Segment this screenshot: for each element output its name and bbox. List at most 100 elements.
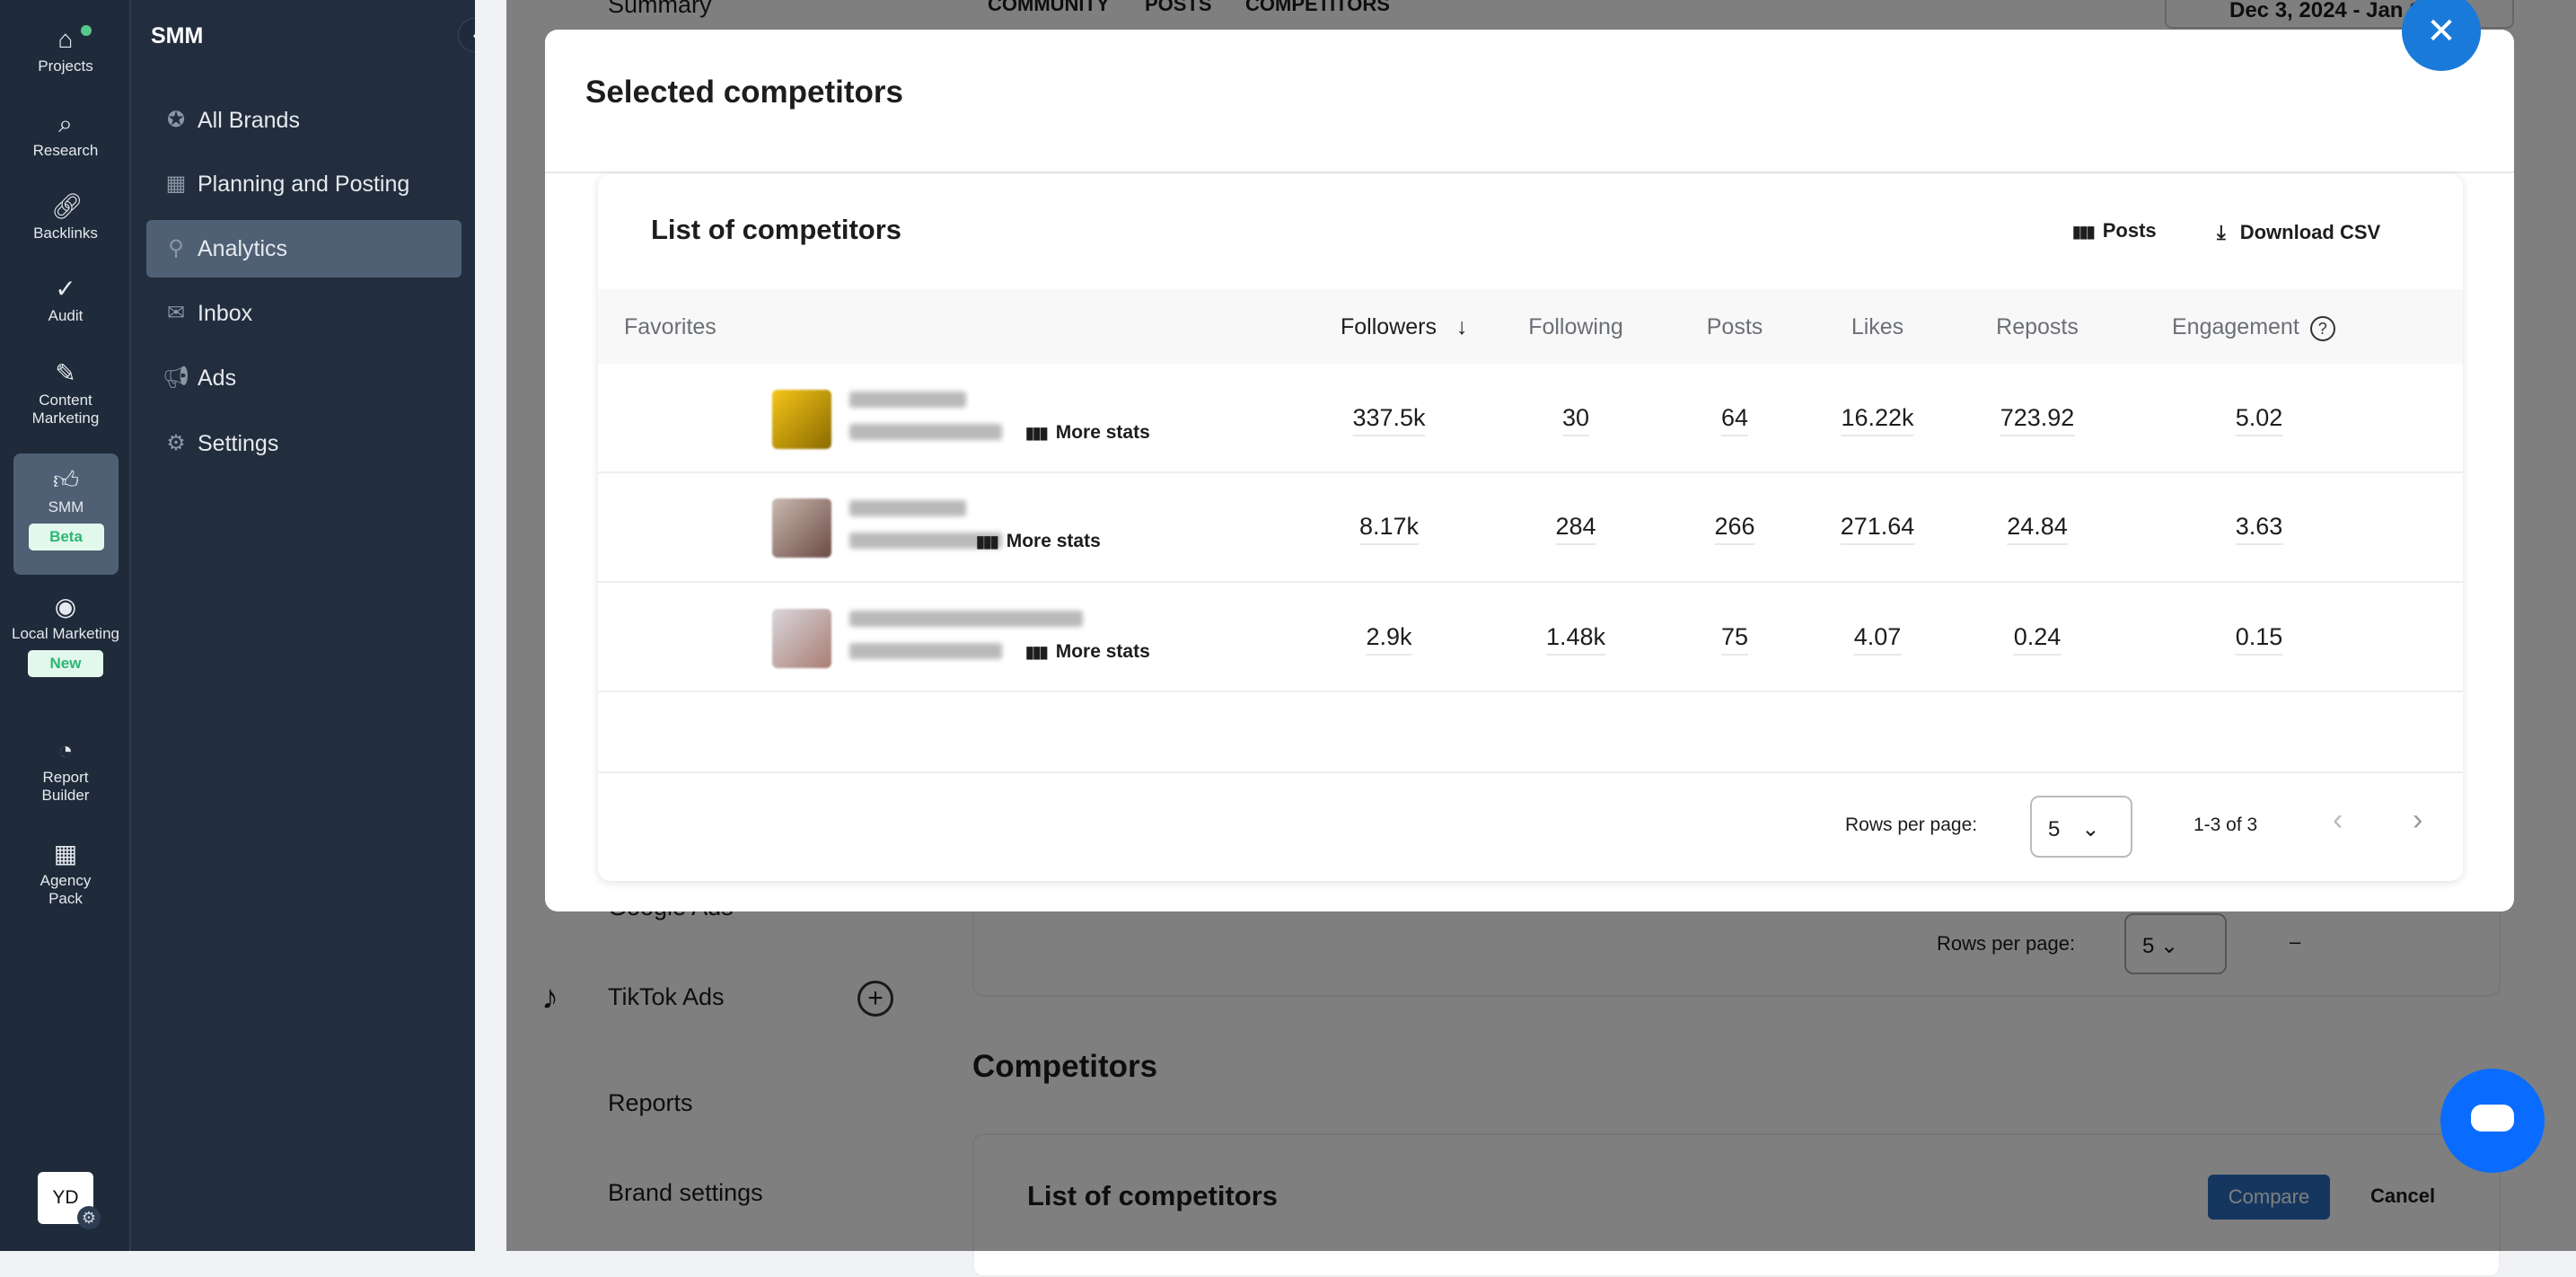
col-favorites: Favorites <box>624 314 717 339</box>
rail-item-smm[interactable]: 👍︎ SMM Beta <box>13 454 119 575</box>
rail-item-agency-pack[interactable]: ▦ Agency Pack <box>0 840 131 908</box>
rail-item-projects[interactable]: ⌂ Projects <box>0 25 131 75</box>
rows-per-page-select[interactable]: 5 ⌄ <box>2030 796 2132 858</box>
sort-desc-icon: ↓ <box>1455 314 1468 339</box>
col-posts[interactable]: Posts <box>1707 289 1763 365</box>
competitors-table-card: List of competitors ▮▮▮ Posts ⤓ Download C… <box>598 174 2463 881</box>
selected-competitors-modal: Selected competitors List of competitors… <box>545 30 2514 912</box>
bar-chart-icon: ▮▮▮ <box>1025 424 1049 442</box>
cell-followers: 2.9k <box>1366 623 1412 656</box>
rail-item-report-builder[interactable]: ◔ Report Builder <box>0 736 131 805</box>
cell-engagement: 0.15 <box>2235 623 2283 656</box>
divider <box>598 771 2463 773</box>
smm-sidebar: SMM ✪ All Brands ▦ Planning and Posting ⚲ A… <box>131 0 475 1251</box>
more-stats-link[interactable]: ▮▮▮ More stats <box>1025 641 1150 663</box>
pagination-range: 1-3 of 3 <box>2194 815 2258 835</box>
sidebar-item-all-brands[interactable]: ✪ All Brands <box>146 92 462 149</box>
posts-button[interactable]: ▮▮▮ Posts <box>2072 219 2157 242</box>
bar-chart-icon: ▮▮▮ <box>1025 643 1049 661</box>
download-csv-button[interactable]: ⤓ Download CSV <box>2217 221 2380 244</box>
check-circle-icon: ✓ <box>55 275 76 303</box>
gear-icon: ⚙ <box>166 431 186 455</box>
user-avatar[interactable]: YD ⚙ <box>38 1172 101 1229</box>
divider <box>545 172 2514 173</box>
cell-value: 2.9k <box>1366 623 1412 656</box>
more-stats-link[interactable]: ▮▮▮ More stats <box>1025 422 1150 444</box>
cell-posts: 64 <box>1720 404 1749 436</box>
rail-item-content-marketing[interactable]: ✎ Content Marketing <box>0 359 131 427</box>
rail-item-local-marketing[interactable]: ◉ Local Marketing New <box>0 593 131 677</box>
help-icon[interactable]: ? <box>2309 316 2335 341</box>
more-stats-link[interactable]: ▮▮▮ More stats <box>976 531 1101 552</box>
gear-icon: ⚙ <box>77 1206 101 1229</box>
product-rail: ⌂ Projects ⌕ Research 🔗︎ Backlinks ✓ Audit ✎… <box>0 0 131 1251</box>
cell-value: 266 <box>1714 513 1755 545</box>
cell-engagement: 5.02 <box>2235 404 2283 436</box>
cell-value: 271.64 <box>1840 513 1915 545</box>
competitor-name-redacted <box>849 392 966 408</box>
cell-reposts: 0.24 <box>2013 623 2062 656</box>
cell-posts: 75 <box>1720 623 1749 656</box>
cell-reposts: 723.92 <box>2000 404 2075 436</box>
competitor-name-redacted <box>849 500 966 516</box>
home-icon: ⌂ <box>57 25 74 53</box>
cell-reposts: 24.84 <box>2007 513 2068 545</box>
col-reposts[interactable]: Reposts <box>1996 289 2079 365</box>
megaphone-icon: 📢︎ <box>163 365 190 390</box>
chat-button[interactable] <box>2440 1069 2545 1173</box>
sidebar-item-planning[interactable]: ▦ Planning and Posting <box>146 155 462 213</box>
cell-followers: 8.17k <box>1358 513 1420 545</box>
download-icon: ⤓ <box>2217 221 2226 243</box>
sidebar-title: SMM <box>151 23 204 48</box>
table-row: ▮▮▮ More stats 8.17k 284 266 271.64 24.84 3.63 <box>598 473 2463 583</box>
competitor-name-redacted <box>849 643 1002 659</box>
cell-value: 64 <box>1720 404 1749 436</box>
mail-icon: ✉ <box>166 301 186 325</box>
sidebar-item-analytics[interactable]: ⚲ Analytics <box>146 220 462 277</box>
cell-value: 0.24 <box>2013 623 2062 656</box>
prev-page-button[interactable]: ‹ <box>2333 803 2343 838</box>
close-icon: ✕ <box>2426 12 2457 51</box>
laptop-search-icon: ⌕ <box>58 110 73 137</box>
location-pin-icon: ◉ <box>54 593 77 621</box>
building-icon: ▦ <box>53 840 78 867</box>
cell-value: 4.07 <box>1853 623 1902 656</box>
cell-likes: 4.07 <box>1853 623 1902 656</box>
cell-following: 30 <box>1561 404 1590 436</box>
cell-posts: 266 <box>1714 513 1755 545</box>
cell-value: 3.63 <box>2235 513 2283 545</box>
col-likes[interactable]: Likes <box>1851 289 1903 365</box>
competitor-name-redacted <box>849 611 1083 627</box>
col-following[interactable]: Following <box>1528 289 1623 365</box>
link-icon: 🔗︎ <box>51 192 84 220</box>
cell-value: 30 <box>1561 404 1590 436</box>
calendar-icon: ▦ <box>165 172 187 196</box>
cell-likes: 16.22k <box>1841 404 1914 436</box>
thumbs-up-icon: 👍︎ <box>52 466 80 494</box>
rail-item-audit[interactable]: ✓ Audit <box>0 275 131 325</box>
sidebar-item-settings[interactable]: ⚙ Settings <box>146 415 462 472</box>
search-icon: ⚲ <box>168 236 184 260</box>
sidebar-item-inbox[interactable]: ✉ Inbox <box>146 285 462 342</box>
cell-engagement: 3.63 <box>2235 513 2283 545</box>
chat-bubble-icon <box>2471 1105 2514 1132</box>
next-page-button[interactable]: › <box>2413 803 2422 838</box>
cell-following: 1.48k <box>1545 623 1606 656</box>
col-followers[interactable]: Followers ↓ <box>1341 289 1467 365</box>
cell-following: 284 <box>1555 513 1596 545</box>
rail-item-research[interactable]: ⌕ Research <box>0 110 131 160</box>
cell-value: 337.5k <box>1352 404 1426 436</box>
bar-chart-icon: ▮▮▮ <box>976 533 999 550</box>
table-row: ▮▮▮ More stats 337.5k 30 64 16.22k 723.92 5.02 <box>598 365 2463 473</box>
cell-value: 8.17k <box>1358 513 1420 545</box>
rail-item-backlinks[interactable]: 🔗︎ Backlinks <box>0 192 131 242</box>
edit-icon: ✎ <box>55 359 76 387</box>
star-circle-icon: ✪ <box>166 108 186 132</box>
sidebar-item-ads[interactable]: 📢︎ Ads <box>146 349 462 407</box>
competitor-avatar <box>772 390 831 449</box>
cell-value: 723.92 <box>2000 404 2075 436</box>
col-engagement[interactable]: Engagement? <box>2172 289 2335 365</box>
chevron-down-icon: ⌄ <box>2081 817 2100 841</box>
competitor-avatar <box>772 609 831 668</box>
cell-value: 16.22k <box>1841 404 1914 436</box>
